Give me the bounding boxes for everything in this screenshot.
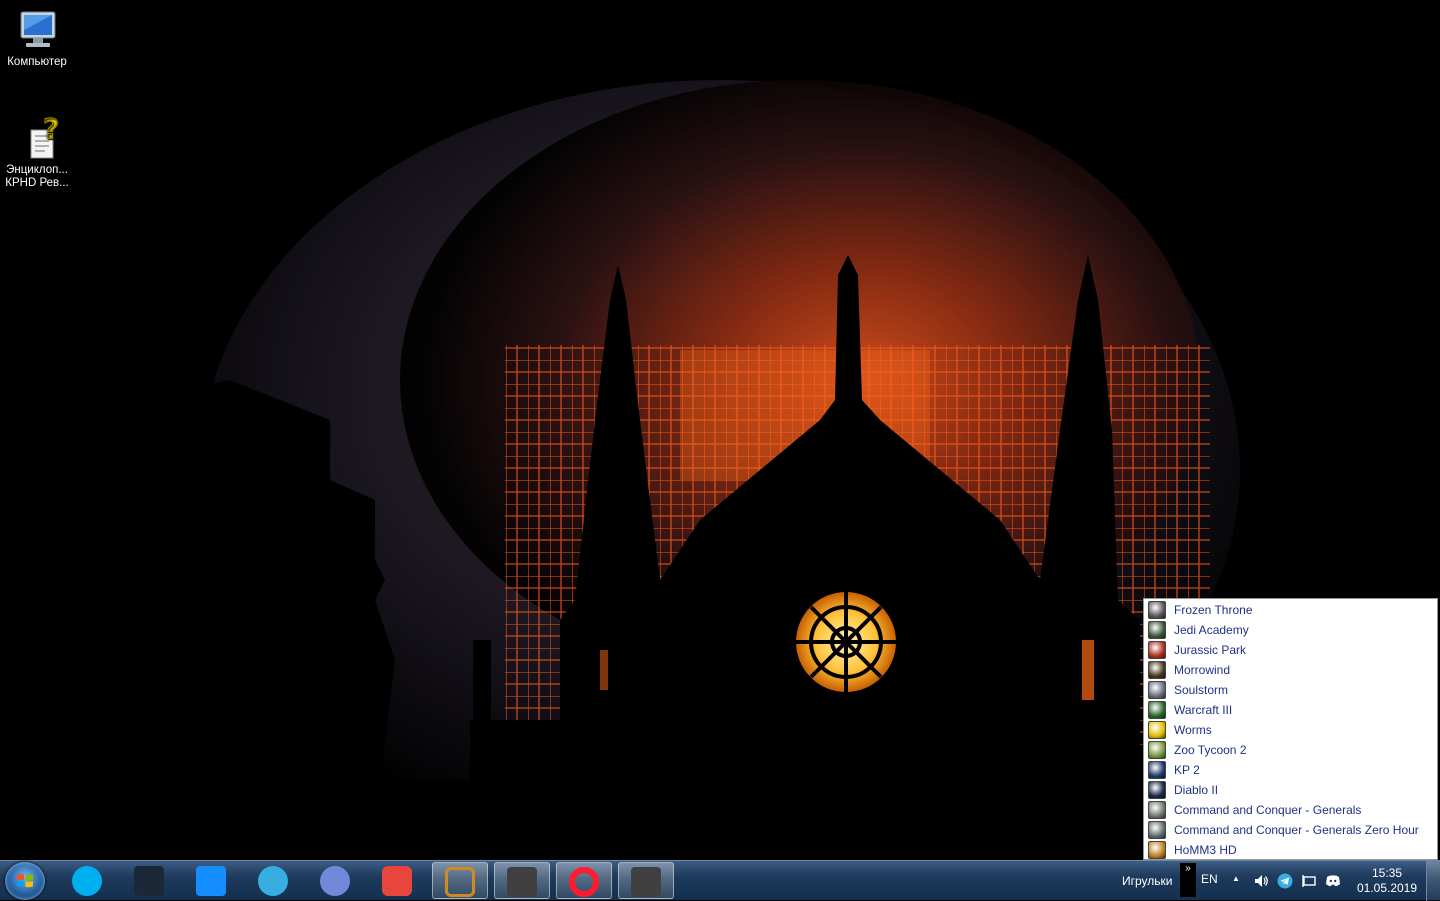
toolbar-label-igrulki[interactable]: Игрульки <box>1122 874 1172 888</box>
zoo-tycoon-icon <box>1148 741 1166 759</box>
worms-icon <box>1148 721 1166 739</box>
cnc-zero-hour-icon <box>1148 821 1166 839</box>
desktop-icon-label-line2: КРHD Рев... <box>5 177 69 189</box>
popup-menu-item-label: Command and Conquer - Generals Zero Hour <box>1174 823 1419 837</box>
taskbar-button-steam[interactable] <box>122 862 178 899</box>
desktop-icon-label: Компьютер <box>7 56 67 68</box>
popup-menu-item[interactable]: Soulstorm <box>1144 680 1437 700</box>
jurassic-park-icon <box>1148 641 1166 659</box>
show-desktop-button[interactable] <box>1426 861 1440 901</box>
action-center-flag-icon[interactable] <box>1301 873 1317 889</box>
popup-menu-item-label: Command and Conquer - Generals <box>1174 803 1362 817</box>
popup-menu-item[interactable]: Jedi Academy <box>1144 620 1437 640</box>
popup-menu-item[interactable]: Jurassic Park <box>1144 640 1437 660</box>
jedi-academy-icon <box>1148 621 1166 639</box>
discord-tray-icon[interactable] <box>1325 873 1341 889</box>
warcraft-iii-icon <box>1148 701 1166 719</box>
opera-icon <box>569 867 599 897</box>
taskbar-button-warband2[interactable] <box>618 862 674 899</box>
popup-menu-item-label: Warcraft III <box>1174 703 1233 717</box>
taskbar-button-opera[interactable] <box>556 862 612 899</box>
desktop-icon-encyclopedia[interactable]: ? Энциклоп... КРHD Рев... <box>0 112 74 190</box>
frozen-throne-icon <box>1148 601 1166 619</box>
warband-icon <box>507 867 537 897</box>
popup-menu-item[interactable]: Worms <box>1144 720 1437 740</box>
taskbar-button-warband[interactable] <box>494 862 550 899</box>
popup-menu-item[interactable]: Zoo Tycoon 2 <box>1144 740 1437 760</box>
taskbar-button-switcher[interactable] <box>432 862 488 899</box>
desktop-icon-computer[interactable]: Компьютер <box>0 8 74 69</box>
popup-menu-item[interactable]: KP 2 <box>1144 760 1437 780</box>
popup-menu-item-label: HoMM3 HD <box>1174 843 1237 857</box>
red-app-icon <box>382 866 412 896</box>
start-button[interactable] <box>5 862 45 900</box>
volume-icon[interactable] <box>1253 873 1269 889</box>
popup-menu-item[interactable]: Frozen Throne <box>1144 600 1437 620</box>
taskbar-button-battlenet[interactable] <box>184 862 240 899</box>
clock-time: 15:35 <box>1371 866 1403 880</box>
popup-menu-item-label: Jedi Academy <box>1174 623 1249 637</box>
telegram-icon <box>258 866 288 896</box>
system-clock[interactable]: 15:35 01.05.2019 <box>1352 866 1422 896</box>
warband-icon <box>631 867 661 897</box>
popup-menu-item[interactable]: Command and Conquer - Generals <box>1144 800 1437 820</box>
popup-menu-item-label: Zoo Tycoon 2 <box>1174 743 1247 757</box>
homm3-icon <box>1148 841 1166 859</box>
telegram-tray-icon[interactable] <box>1277 873 1293 889</box>
steam-icon <box>134 866 164 896</box>
popup-menu-item-label: Diablo II <box>1174 783 1219 797</box>
popup-menu-item[interactable]: Diablo II <box>1144 780 1437 800</box>
language-indicator[interactable]: EN <box>1201 872 1218 886</box>
taskbar-button-discord[interactable] <box>308 862 364 899</box>
popup-menu-item[interactable]: Command and Conquer - Generals Zero Hour <box>1144 820 1437 840</box>
discord-icon <box>320 866 350 896</box>
toolbar-popup-menu: Frozen Throne Jedi Academy Jurassic Park Mo… <box>1143 598 1438 860</box>
chevron-double-icon: » <box>1185 863 1191 874</box>
morrowind-icon <box>1148 661 1166 679</box>
diablo-ii-icon <box>1148 781 1166 799</box>
show-hidden-icons-icon[interactable]: ▲ <box>1232 874 1248 890</box>
toolbar-chevron-button[interactable]: » <box>1180 863 1196 897</box>
popup-menu-item-label: Frozen Throne <box>1174 603 1253 617</box>
windows-logo-icon <box>17 874 33 888</box>
taskbar-button-skype[interactable] <box>60 862 116 899</box>
popup-menu-item[interactable]: Morrowind <box>1144 660 1437 680</box>
taskbar: Игрульки » EN ▲ 15:35 01.05.2019 <box>0 860 1440 901</box>
popup-menu-item-label: Worms <box>1174 723 1212 737</box>
taskbar-button-app[interactable] <box>370 862 426 899</box>
soulstorm-icon <box>1148 681 1166 699</box>
popup-menu-item[interactable]: HoMM3 HD <box>1144 840 1437 860</box>
desktop-icon-label: Энциклоп... <box>6 164 68 176</box>
skype-icon <box>72 866 102 896</box>
popup-menu-item[interactable]: Warcraft III <box>1144 700 1437 720</box>
taskbar-button-telegram[interactable] <box>246 862 302 899</box>
computer-icon <box>13 8 61 54</box>
battlenet-icon <box>196 866 226 896</box>
clock-date: 01.05.2019 <box>1356 881 1418 895</box>
encyclopedia-help-icon: ? <box>13 112 61 162</box>
popup-menu-item-label: Soulstorm <box>1174 683 1229 697</box>
popup-menu-item-label: Morrowind <box>1174 663 1231 677</box>
switch-arrows-icon <box>445 867 475 897</box>
popup-menu-item-label: Jurassic Park <box>1174 643 1247 657</box>
kr2-icon <box>1148 761 1166 779</box>
popup-menu-item-label: KP 2 <box>1174 763 1200 777</box>
cnc-generals-icon <box>1148 801 1166 819</box>
svg-text:?: ? <box>43 116 59 145</box>
